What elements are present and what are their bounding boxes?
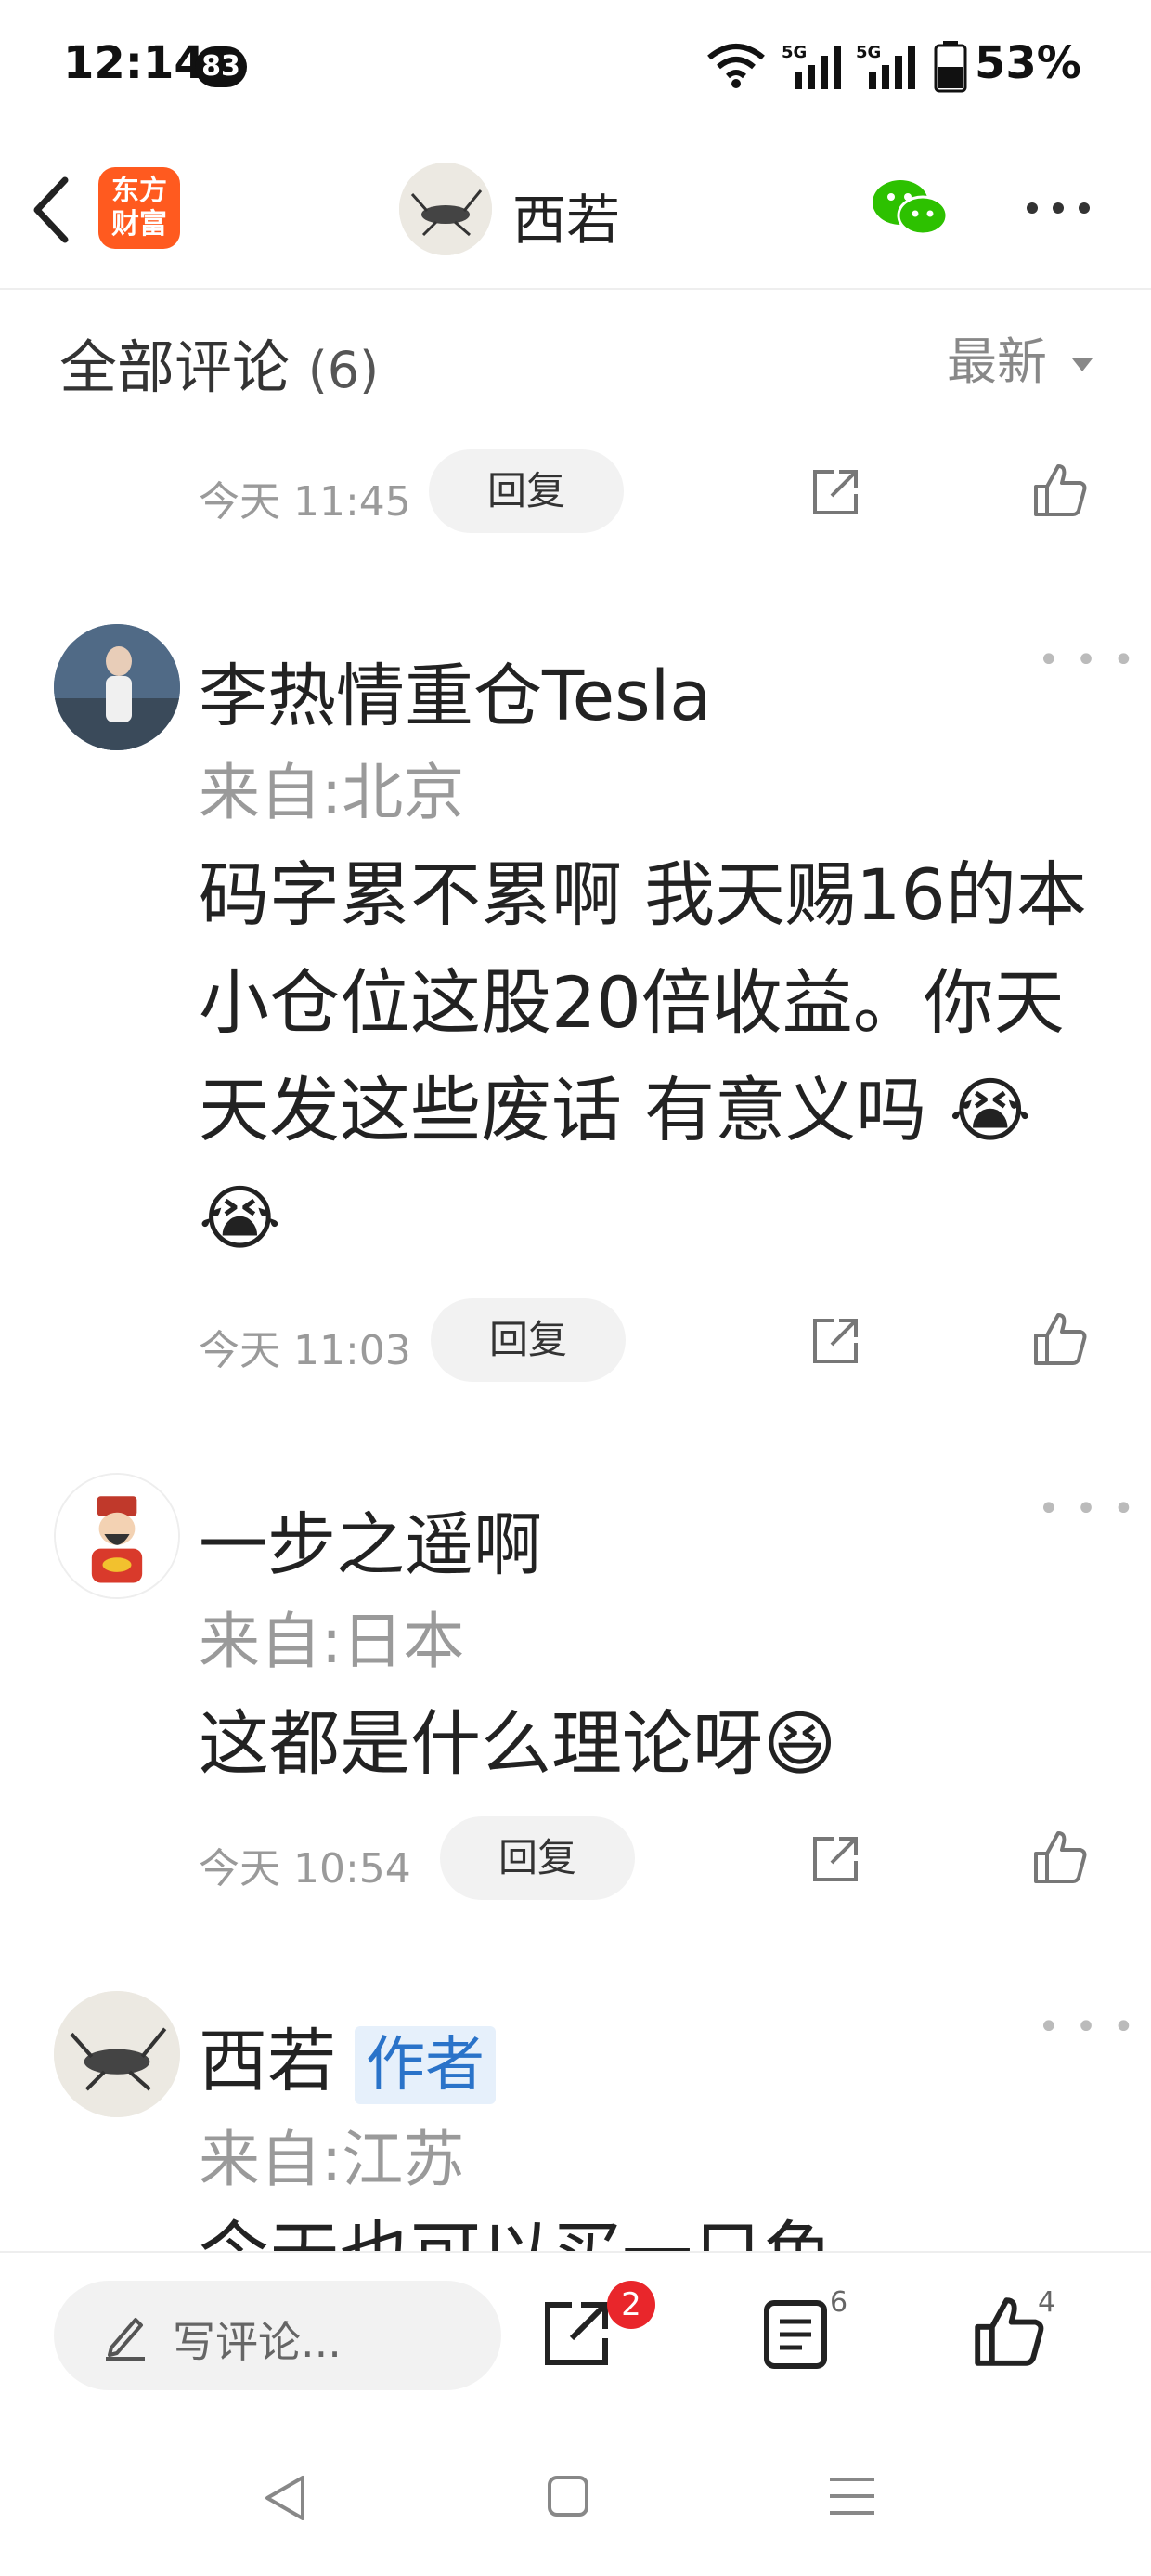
like-total-count: 4	[1038, 2286, 1056, 2319]
header-title: 西若	[512, 189, 621, 252]
comment-time: 今天 11:03	[199, 1327, 411, 1374]
comment-more-icon[interactable]: • • •	[1038, 639, 1136, 682]
author-tag: 作者	[355, 2026, 496, 2105]
wifi-icon	[707, 44, 765, 88]
signal-5g-icon-2: 5G	[856, 43, 915, 89]
back-arrow-icon[interactable]	[28, 175, 76, 245]
share-icon[interactable]	[809, 1833, 861, 1885]
username[interactable]: 李热情重仓Tesla	[199, 641, 712, 740]
section-title: 全部评论 (6)	[59, 320, 379, 404]
share-count-badge: 2	[607, 2281, 655, 2329]
user-location: 来自:江苏	[199, 2124, 465, 2195]
comment-time: 今天 10:54	[199, 1845, 411, 1893]
like-icon[interactable]	[1032, 1829, 1088, 1885]
reply-button[interactable]: 回复	[429, 449, 624, 533]
battery-icon	[934, 41, 967, 93]
user-avatar[interactable]	[54, 1473, 180, 1599]
svg-text:5G: 5G	[782, 43, 807, 62]
username-row: 西若 作者	[199, 2006, 496, 2105]
comment-time: 今天 11:45	[199, 478, 411, 526]
app-logo[interactable]: 东方 财富	[98, 167, 180, 249]
comment-text: 码字累不累啊 我天赐16的本 小仓位这股20倍收益。你天天发这些废话 有意义吗 …	[199, 853, 1087, 1259]
share-icon[interactable]	[540, 2297, 613, 2370]
comment-text: 这都是什么理论呀😆	[199, 1702, 837, 1785]
signal-5g-icon-1: 5G	[782, 43, 841, 89]
pencil-icon	[106, 2318, 145, 2361]
comment-total-count: 6	[830, 2286, 848, 2319]
battery-percentage: 53%	[975, 37, 1081, 89]
section-title-text: 全部评论	[59, 333, 291, 401]
notification-count-badge: 83	[195, 46, 247, 87]
fortune-god-avatar-icon	[56, 1475, 178, 1597]
like-icon[interactable]	[1032, 1311, 1088, 1367]
comment-text: 今天也可以买一只鱼	[199, 2201, 1099, 2251]
wechat-icon[interactable]	[871, 176, 949, 240]
status-time: 12:14	[63, 37, 205, 89]
nav-back-icon[interactable]	[262, 2474, 306, 2522]
like-icon[interactable]	[1032, 462, 1088, 518]
cricket-painting-icon	[399, 163, 492, 255]
status-bar: 12:14 83 5G 5G 53%	[0, 0, 1151, 139]
user-avatar[interactable]	[54, 624, 180, 750]
sort-dropdown[interactable]: 最新	[947, 320, 1094, 394]
header-avatar[interactable]	[399, 163, 492, 255]
nav-home-icon[interactable]	[546, 2474, 590, 2518]
photo-avatar-icon	[54, 624, 180, 750]
nav-menu-icon[interactable]	[828, 2476, 876, 2517]
comment-more-icon[interactable]: • • •	[1038, 1488, 1136, 1530]
comments-list-icon[interactable]	[763, 2299, 828, 2370]
write-comment-placeholder: 写评论...	[173, 2317, 342, 2367]
user-location: 来自:北京	[199, 757, 465, 828]
user-location: 来自:日本	[199, 1606, 465, 1677]
like-icon[interactable]	[973, 2294, 1045, 2370]
share-icon[interactable]	[809, 1315, 861, 1367]
sort-label: 最新	[947, 332, 1047, 391]
more-options-icon[interactable]	[1025, 201, 1092, 215]
user-avatar[interactable]	[54, 1991, 180, 2117]
share-icon[interactable]	[809, 466, 861, 518]
username[interactable]: 一步之遥啊	[199, 1490, 542, 1589]
comment-count: (6)	[307, 341, 380, 399]
username[interactable]: 西若	[199, 2022, 336, 2101]
caret-down-icon	[1072, 358, 1093, 372]
reply-button[interactable]: 回复	[431, 1298, 626, 1382]
svg-text:5G: 5G	[856, 43, 881, 62]
comment-more-icon[interactable]: • • •	[1038, 2006, 1136, 2049]
cricket-painting-icon	[54, 1991, 180, 2117]
reply-button[interactable]: 回复	[440, 1816, 635, 1900]
